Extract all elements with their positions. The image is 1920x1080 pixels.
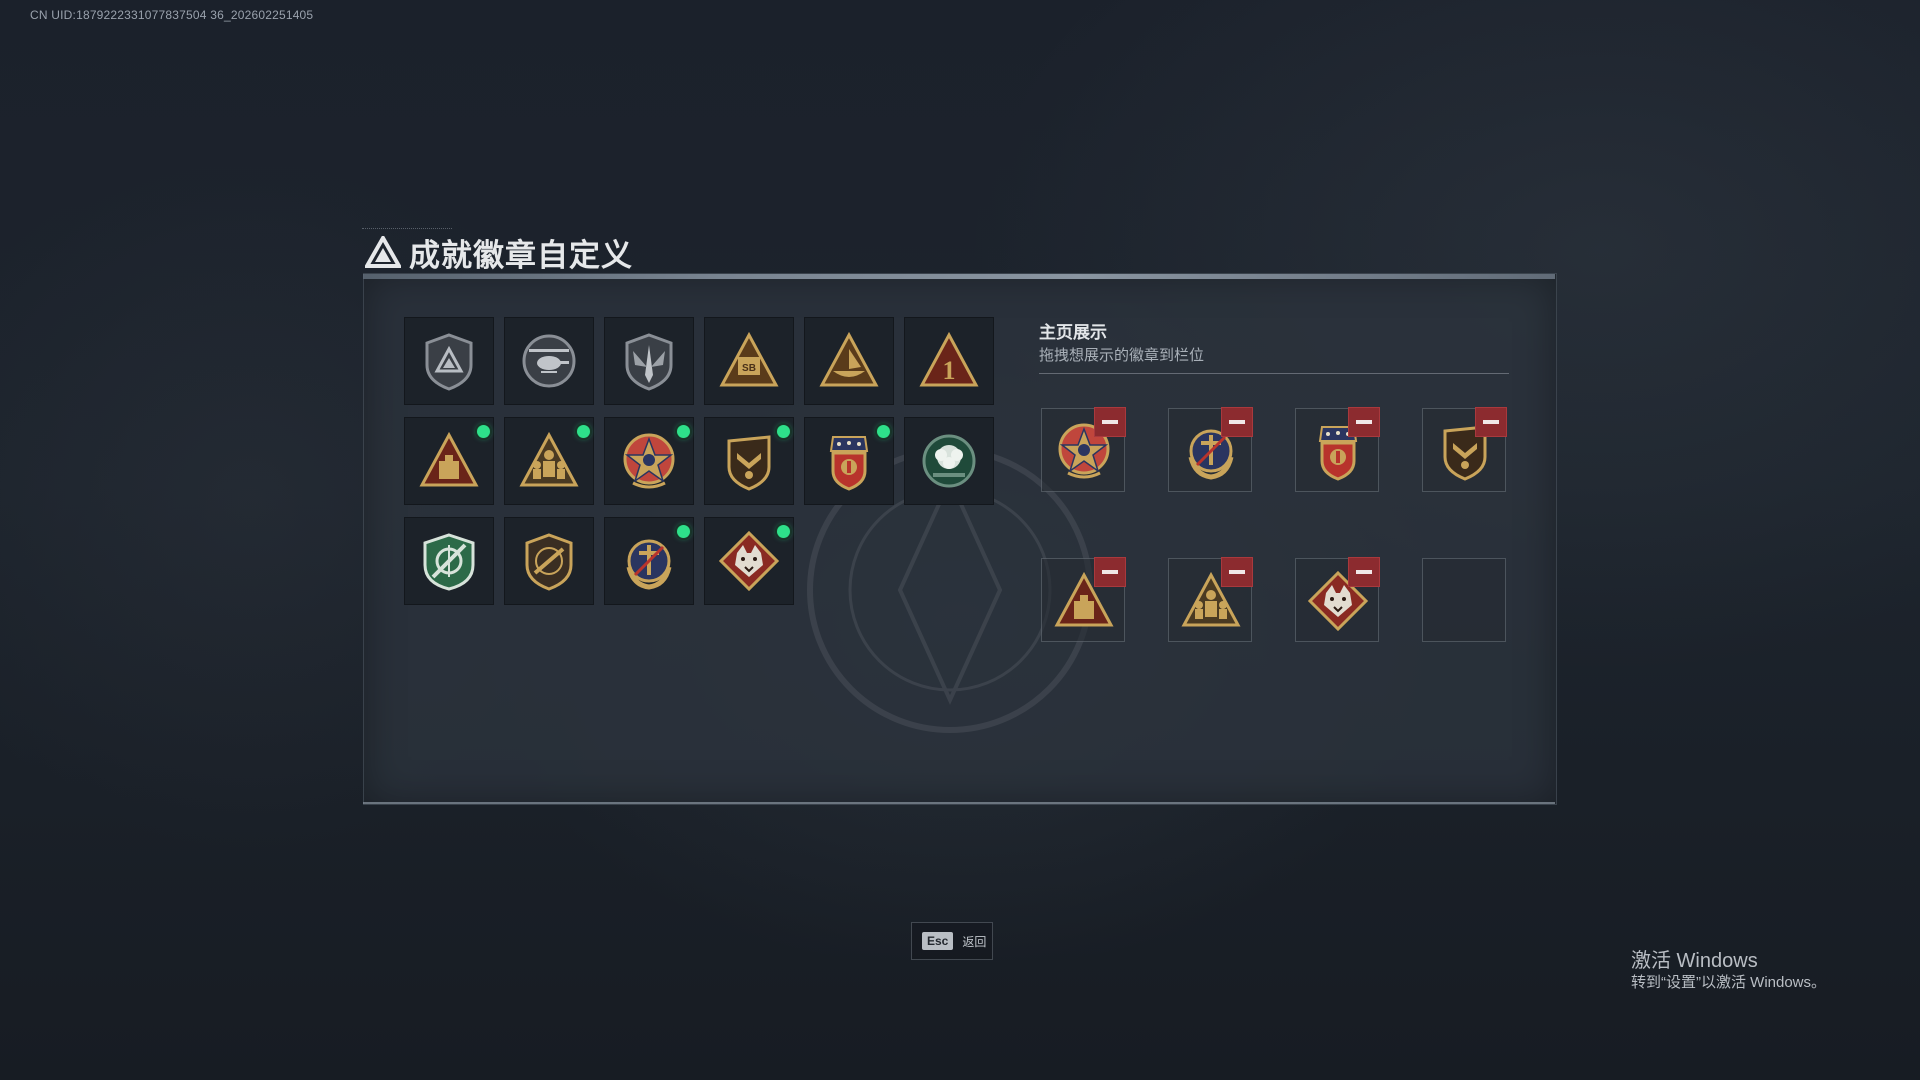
remove-badge-button[interactable]: [1348, 557, 1380, 587]
badge-slot-triangle-shield-badge[interactable]: [404, 317, 494, 405]
helicopter-badge-icon: [522, 334, 576, 388]
badge-slot-star-medal-badge[interactable]: [604, 417, 694, 505]
badge-slot-soldiers-triangle-badge[interactable]: [504, 417, 594, 505]
back-label: 返回: [962, 934, 987, 949]
wing-shield-badge-icon: [625, 333, 673, 391]
soldiers-triangle-badge-icon: [519, 431, 579, 487]
showcase-slot-eagle-crest-badge[interactable]: [1295, 407, 1380, 492]
badge-slot-rifle-shield-badge[interactable]: [504, 517, 594, 605]
game-screen: { "uid_text": "CN UID:187922233107783750…: [0, 0, 1920, 1080]
remove-badge-button[interactable]: [1475, 407, 1507, 437]
new-indicator-dot: [577, 425, 590, 438]
showcase-slot-chevron-shield-badge[interactable]: [1422, 407, 1507, 492]
triangle-shield-badge-icon: [425, 333, 473, 391]
panel-bottom-border: [363, 802, 1555, 804]
svg-text:SB: SB: [742, 363, 756, 374]
number-one-triangle-badge-icon: 1: [919, 331, 979, 387]
showcase-slot-wolf-diamond-badge[interactable]: [1295, 557, 1380, 642]
new-indicator-dot: [877, 425, 890, 438]
showcase-slot-crate-triangle-badge[interactable]: [1041, 557, 1126, 642]
badge-slot-green-flower-badge[interactable]: [904, 417, 994, 505]
sb-triangle-badge-icon: SB: [719, 331, 779, 387]
showcase-divider: [1039, 373, 1509, 374]
panel-top-border: [363, 274, 1555, 279]
badge-slot-crate-triangle-badge[interactable]: [404, 417, 494, 505]
badge-slot-chevron-shield-badge[interactable]: [704, 417, 794, 505]
badge-slot-anchor-wreath-badge[interactable]: [604, 517, 694, 605]
badge-slot-wing-shield-badge[interactable]: [604, 317, 694, 405]
uid-text: CN UID:1879222331077837504 36_2026022514…: [30, 8, 314, 22]
badge-slot-wolf-diamond-badge[interactable]: [704, 517, 794, 605]
triangle-logo-icon: [365, 236, 401, 268]
green-flower-badge-icon: [922, 434, 976, 488]
title-bar: 成就徽章自定义: [365, 230, 633, 274]
minus-icon: [1483, 420, 1499, 424]
showcase-heading: 主页展示: [1039, 323, 1107, 342]
showcase-subtitle: 拖拽想展示的徽章到栏位: [1039, 347, 1205, 364]
showcase-slot-anchor-wreath-badge[interactable]: [1168, 407, 1253, 492]
wolf-diamond-badge-icon: [719, 531, 779, 591]
rifle-shield-badge-icon: [525, 533, 573, 591]
new-indicator-dot: [777, 525, 790, 538]
showcase-slot-soldiers-triangle-badge[interactable]: [1168, 557, 1253, 642]
minus-icon: [1102, 420, 1118, 424]
boat-triangle-badge-icon: [819, 331, 879, 387]
remove-badge-button[interactable]: [1221, 407, 1253, 437]
showcase-slot-star-medal-badge[interactable]: [1041, 407, 1126, 492]
svg-text:1: 1: [943, 356, 956, 385]
remove-badge-button[interactable]: [1348, 407, 1380, 437]
badge-slot-number-one-triangle-badge[interactable]: 1: [904, 317, 994, 405]
page-title: 成就徽章自定义: [409, 237, 633, 273]
minus-icon: [1229, 420, 1245, 424]
minus-icon: [1229, 570, 1245, 574]
new-indicator-dot: [677, 425, 690, 438]
green-shield-badge-icon: [423, 533, 475, 591]
anchor-wreath-badge-icon: [626, 539, 672, 590]
back-button[interactable]: Esc 返回: [911, 922, 993, 960]
minus-icon: [1356, 570, 1372, 574]
new-indicator-dot: [777, 425, 790, 438]
chevron-shield-badge-icon: [727, 435, 771, 491]
badge-slot-eagle-crest-badge[interactable]: [804, 417, 894, 505]
minus-icon: [1102, 570, 1118, 574]
star-medal-badge-icon: [623, 433, 675, 489]
new-indicator-dot: [477, 425, 490, 438]
showcase-slot-empty[interactable]: [1422, 558, 1506, 642]
crate-triangle-badge-icon: [419, 431, 479, 487]
new-indicator-dot: [677, 525, 690, 538]
windows-activation-subtitle: 转到“设置”以激活 Windows。: [1631, 974, 1827, 991]
remove-badge-button[interactable]: [1221, 557, 1253, 587]
remove-badge-button[interactable]: [1094, 557, 1126, 587]
badge-slot-green-shield-badge[interactable]: [404, 517, 494, 605]
eagle-crest-badge-icon: [829, 436, 869, 491]
esc-key-hint: Esc: [922, 932, 954, 950]
remove-badge-button[interactable]: [1094, 407, 1126, 437]
windows-activation-title: 激活 Windows: [1631, 950, 1758, 972]
badge-slot-helicopter-badge[interactable]: [504, 317, 594, 405]
badge-slot-boat-triangle-badge[interactable]: [804, 317, 894, 405]
badge-slot-sb-triangle-badge[interactable]: SB: [704, 317, 794, 405]
minus-icon: [1356, 420, 1372, 424]
